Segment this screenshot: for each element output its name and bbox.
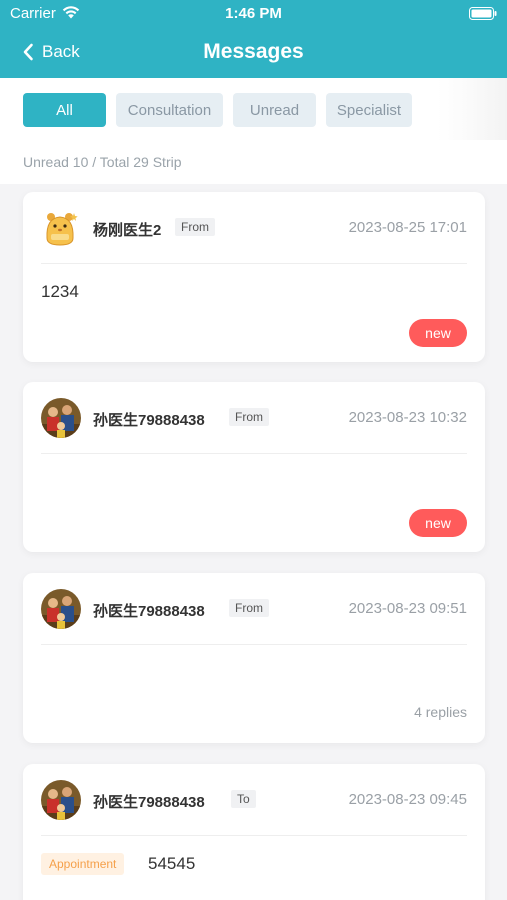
nav-bar: Back Messages <box>0 28 507 78</box>
message-body: 54545 <box>148 854 196 873</box>
status-bar: Carrier 1:46 PM <box>0 0 507 28</box>
reply-count: 4 replies <box>414 704 467 720</box>
filter-chip-unread[interactable]: Unread <box>233 93 316 127</box>
card-divider <box>41 644 467 645</box>
sender-name: 孙医生79888438 <box>93 412 205 429</box>
message-datetime: 2023-08-23 09:45 <box>348 791 467 808</box>
direction-tag: From <box>229 408 269 426</box>
message-card[interactable]: 杨刚医生2 From 2023-08-25 17:01 1234 new <box>23 192 485 362</box>
battery-icon <box>469 7 497 20</box>
card-divider <box>41 263 467 264</box>
sender-name: 杨刚医生2 <box>93 222 162 239</box>
direction-tag: From <box>175 218 215 236</box>
sender-name: 孙医生79888438 <box>93 603 205 620</box>
message-datetime: 2023-08-23 10:32 <box>348 409 467 426</box>
filter-scroll-fade <box>437 78 507 140</box>
group-photo-avatar-icon <box>41 780 81 820</box>
message-card[interactable]: 孙医生79888438 From 2023-08-23 10:32 new <box>23 382 485 552</box>
message-count-summary: Unread 10 / Total 29 Strip <box>23 154 182 170</box>
filter-bar: All Consultation Unread Specialist <box>0 78 507 140</box>
direction-tag: To <box>231 790 256 808</box>
page-title: Messages <box>203 40 304 63</box>
message-datetime: 2023-08-25 17:01 <box>348 219 467 236</box>
message-body: 1234 <box>41 282 79 301</box>
hamster-avatar-icon <box>41 208 81 248</box>
sender-name: 孙医生79888438 <box>93 794 205 811</box>
direction-tag: From <box>229 599 269 617</box>
group-photo-avatar-icon <box>41 398 81 438</box>
new-badge: new <box>409 509 467 537</box>
appointment-tag: Appointment <box>41 853 125 875</box>
message-card[interactable]: 孙医生79888438 From 2023-08-23 09:51 4 repl… <box>23 573 485 743</box>
message-datetime: 2023-08-23 09:51 <box>348 600 467 617</box>
filter-chip-specialist[interactable]: Specialist <box>326 93 412 127</box>
group-photo-avatar-icon <box>41 589 81 629</box>
message-card[interactable]: 孙医生79888438 To 2023-08-23 09:45 Appointm… <box>23 764 485 900</box>
filter-chip-consultation[interactable]: Consultation <box>116 93 223 127</box>
card-divider <box>41 835 467 836</box>
app-header: Carrier 1:46 PM Back Messages <box>0 0 507 78</box>
new-badge: new <box>409 319 467 347</box>
filter-chip-all[interactable]: All <box>23 93 106 127</box>
card-divider <box>41 453 467 454</box>
summary-row: Unread 10 / Total 29 Strip <box>0 140 507 184</box>
status-time: 1:46 PM <box>225 5 282 22</box>
